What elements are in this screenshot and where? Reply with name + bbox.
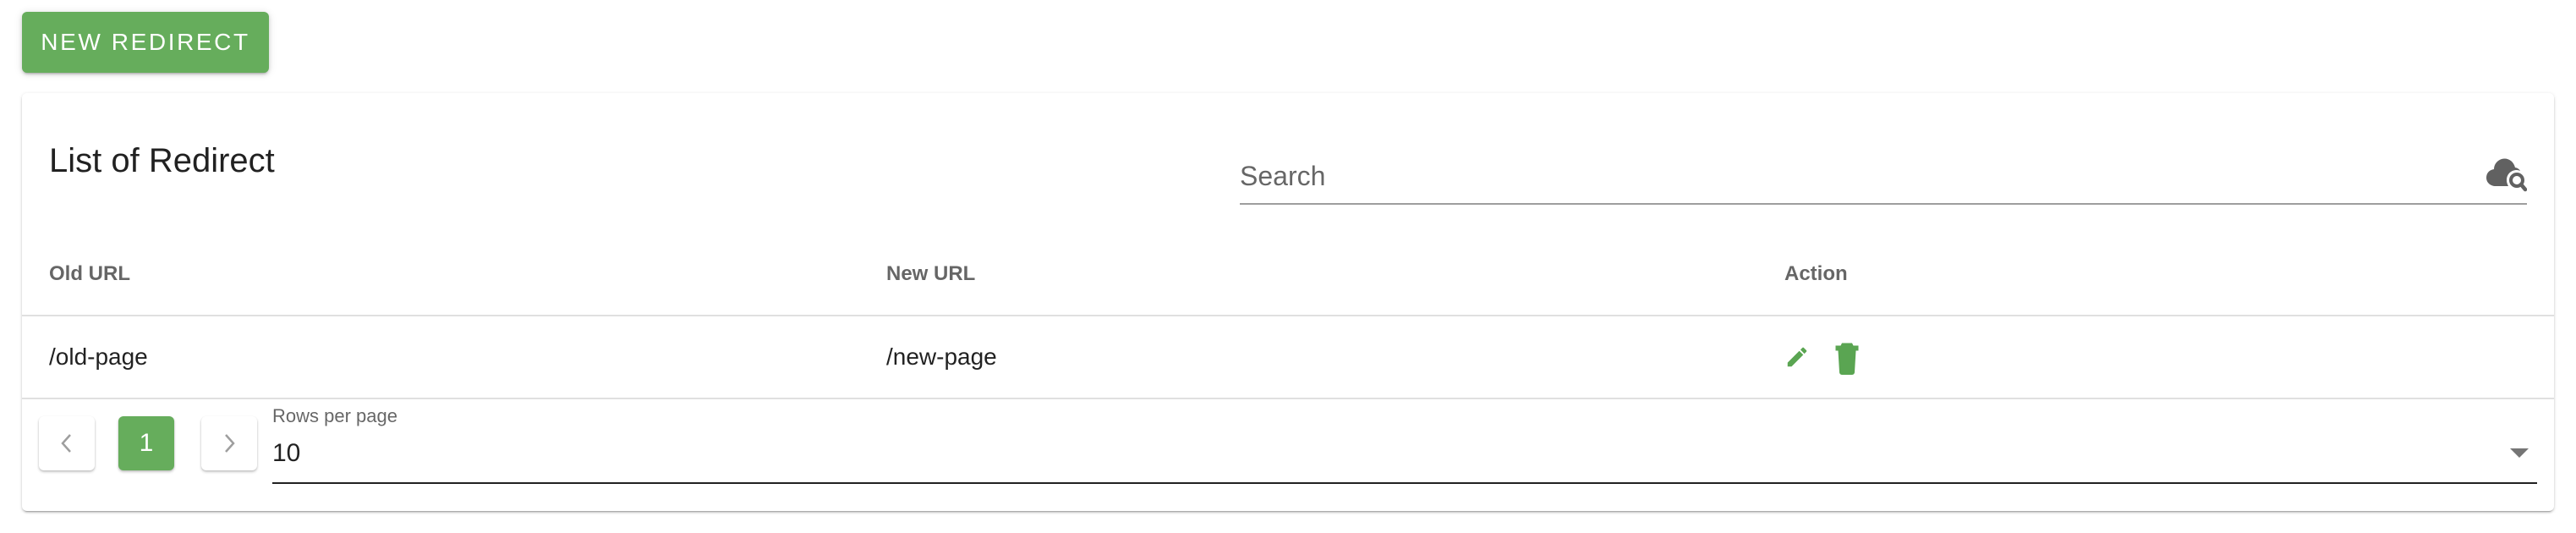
header-old-url: Old URL — [49, 262, 130, 285]
chevron-left-icon[interactable] — [39, 416, 95, 470]
new-redirect-button[interactable]: New Redirect — [22, 12, 269, 73]
redirect-table: Old URL New URL Action /old-page /new-pa… — [22, 234, 2554, 399]
pagination: 1 Rows per page 10 — [22, 398, 2554, 489]
table-header: Old URL New URL Action — [22, 234, 2554, 316]
edit-icon[interactable] — [1784, 344, 1810, 370]
row-actions — [1784, 316, 1862, 398]
page-button-current[interactable]: 1 — [118, 416, 174, 470]
card-title: List of Redirect — [49, 142, 275, 179]
rows-per-page-label: Rows per page — [272, 405, 397, 426]
delete-icon[interactable] — [1832, 339, 1862, 375]
header-new-url: New URL — [886, 262, 976, 285]
rows-per-page-value: 10 — [272, 439, 301, 467]
cloud-search-icon[interactable] — [2485, 156, 2528, 195]
cell-new-url: /new-page — [886, 343, 997, 370]
table-row: /old-page /new-page — [22, 316, 2554, 399]
page: New Redirect List of Redirect Old URL Ne… — [0, 0, 2576, 533]
dropdown-arrow-icon[interactable] — [2510, 448, 2529, 458]
rows-per-page-select[interactable]: Rows per page 10 — [272, 404, 2537, 484]
redirect-list-card: List of Redirect Old URL New URL Action … — [22, 93, 2554, 511]
cell-old-url: /old-page — [49, 343, 148, 370]
chevron-right-icon[interactable] — [201, 416, 257, 470]
search-input[interactable] — [1240, 156, 2458, 196]
search-field — [1240, 149, 2528, 205]
header-action: Action — [1784, 262, 1848, 285]
